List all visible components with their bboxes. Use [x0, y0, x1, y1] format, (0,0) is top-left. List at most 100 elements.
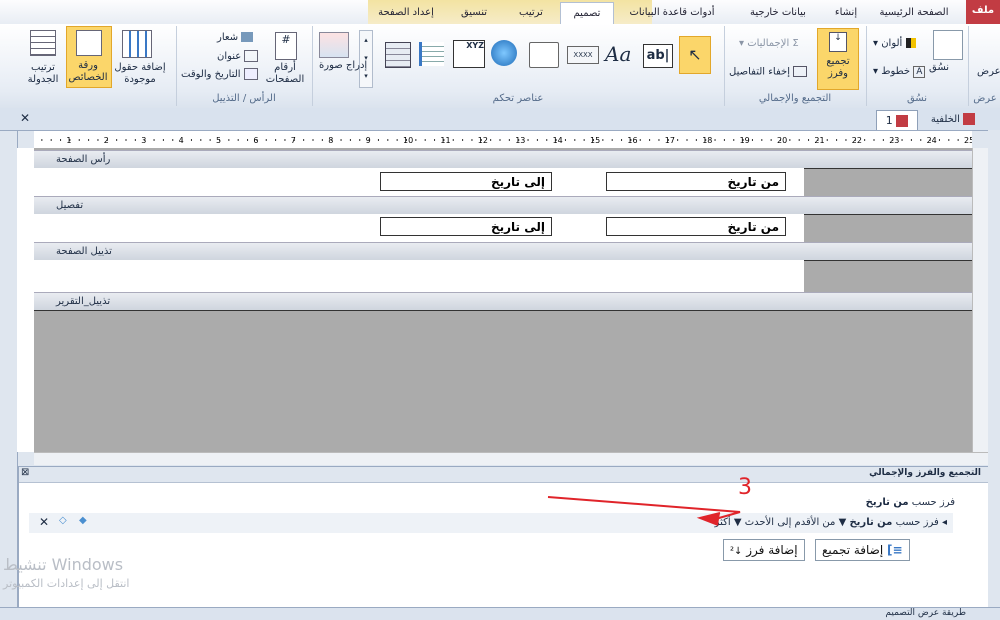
label-control-icon[interactable]: ab|	[643, 44, 673, 68]
view-button[interactable]: عرض	[977, 66, 1000, 77]
move-down-icon[interactable]: ◇	[59, 515, 67, 526]
title-icon	[244, 50, 259, 62]
doc-tab-background-label: الخلفية	[930, 114, 960, 125]
band-page-header[interactable]: رأس الصفحة	[34, 150, 972, 169]
themes-button[interactable]: نسُق	[929, 62, 949, 73]
button-control-icon[interactable]: XXXX	[567, 46, 599, 64]
ruler-tick	[452, 139, 454, 141]
add-group-icon: [≡	[887, 543, 903, 557]
insert-page-break-icon[interactable]	[419, 42, 444, 66]
tab-page-setup[interactable]: إعداد الصفحة	[368, 2, 444, 23]
page-numbers-button[interactable]: أرقام الصفحات	[265, 62, 305, 86]
ribbon-tab-bar: ملف الصفحة الرئيسية إنشاء بيانات خارجية …	[0, 0, 1000, 25]
tab-database-tools[interactable]: أدوات قاعدة البيانات	[614, 2, 730, 23]
from-date-textbox[interactable]: من تاريخ	[606, 217, 786, 236]
date-time-button[interactable]: التاريخ والوقت	[181, 68, 258, 80]
doc-tab-background[interactable]: الخلفية	[920, 111, 986, 129]
colors-button[interactable]: ▾ ألوان	[873, 38, 916, 49]
tab-external-data[interactable]: بيانات خارجية	[730, 2, 826, 23]
ruler-tick	[733, 139, 735, 141]
doc-tab-1[interactable]: 1	[876, 110, 918, 130]
ruler-tick	[920, 139, 922, 141]
ruler-tick	[761, 139, 763, 141]
move-up-icon[interactable]: ◆	[79, 515, 87, 526]
sort-row-2-field[interactable]: من تاريخ	[849, 517, 892, 528]
close-doc-icon[interactable]: ✕	[20, 111, 30, 125]
band-page-footer[interactable]: تذييل الصفحة	[34, 242, 972, 261]
tab-order-button[interactable]: ترتيب الجدولة	[24, 62, 62, 86]
colors-label: ألوان	[881, 38, 903, 49]
ruler-tick	[621, 139, 623, 141]
sort-row-1-field[interactable]: من تاريخ	[866, 497, 909, 508]
hide-details-button[interactable]: إخفاء التفاصيل	[729, 66, 808, 78]
status-bar: طريقة عرض التصميم	[0, 607, 1000, 620]
ruler-tick	[695, 139, 697, 141]
pane-close-icon[interactable]: ⊠	[21, 467, 29, 478]
to-date-textbox[interactable]: إلى تاريخ	[380, 217, 552, 236]
navigation-pane-collapsed[interactable]	[0, 108, 18, 607]
option-group-icon[interactable]: XYZ	[453, 40, 485, 68]
totals-button[interactable]: ▾ الإجماليات Σ	[739, 38, 799, 49]
ruler-tick	[499, 139, 501, 141]
ruler-tick	[181, 139, 183, 141]
hyperlink-globe-icon[interactable]	[491, 40, 517, 66]
ruler-tick	[742, 139, 744, 141]
ruler-tick	[228, 139, 230, 141]
ruler-tick	[658, 139, 660, 141]
ruler-number: 7	[291, 136, 296, 145]
section-page-header[interactable]: من تاريخ إلى تاريخ	[34, 168, 804, 196]
add-group-button[interactable]: إضافة تجميع [≡	[815, 539, 910, 561]
property-sheet-icon	[76, 30, 102, 56]
title-button[interactable]: عنوان	[217, 50, 259, 62]
file-tab[interactable]: ملف	[966, 0, 1000, 24]
tab-create[interactable]: إنشاء	[826, 2, 866, 23]
section-page-footer[interactable]	[34, 260, 804, 292]
sort-order-dropdown[interactable]: من الأقدم إلى الأحدث	[745, 517, 836, 528]
insert-image-button[interactable]: إدراج صورة	[319, 60, 367, 72]
select-pointer-icon[interactable]: ↖	[679, 36, 711, 74]
ruler-tick	[845, 139, 847, 141]
tab-home[interactable]: الصفحة الرئيسية	[866, 2, 962, 23]
ruler-number: 17	[665, 136, 675, 145]
band-report-footer[interactable]: تذييل_التقرير	[34, 292, 972, 311]
property-sheet-button[interactable]: ورقة الخصائص	[68, 60, 108, 84]
ruler-tick	[910, 139, 912, 141]
sort-row-1[interactable]: فرز حسب من تاريخ	[866, 497, 955, 508]
sort-row-2[interactable]: فرز حسب من تاريخ ▼ من الأقدم إلى الأحدث …	[29, 513, 953, 533]
tab-format[interactable]: تنسيق	[444, 2, 504, 23]
to-date-label-control[interactable]: إلى تاريخ	[380, 172, 552, 191]
group-sort-icon: ↓	[829, 32, 847, 52]
theme-icon[interactable]	[933, 30, 963, 60]
group-sort-button[interactable]: تجميع وفرز	[821, 56, 855, 80]
tab-control-icon[interactable]	[529, 42, 559, 68]
ruler-number: 12	[478, 136, 488, 145]
ruler-tick	[106, 139, 108, 141]
section-detail[interactable]: من تاريخ إلى تاريخ	[34, 214, 804, 242]
band-detail[interactable]: تفصيل	[34, 196, 972, 215]
delete-icon[interactable]: ✕	[39, 515, 49, 529]
subform-control-icon[interactable]	[385, 42, 411, 68]
ruler-tick	[630, 139, 632, 141]
horizontal-scrollbar[interactable]	[34, 452, 988, 465]
tab-design[interactable]: تصميم	[560, 2, 614, 25]
fonts-button[interactable]: ▾ خطوط A	[873, 66, 926, 78]
ruler-corner[interactable]	[18, 131, 34, 148]
ruler-tick	[817, 139, 819, 141]
ruler-tick	[424, 139, 426, 141]
ruler-number: 18	[702, 136, 712, 145]
controls-gallery-scroll[interactable]: ▴ ▾ ▾	[359, 30, 373, 88]
add-fields-button[interactable]: إضافة حقول موجودة	[112, 62, 168, 86]
more-options-link[interactable]: أكثر	[715, 517, 731, 528]
ruler-tick	[957, 139, 959, 141]
from-date-label-control[interactable]: من تاريخ	[606, 172, 786, 191]
report-design-surface[interactable]: رأس الصفحة من تاريخ إلى تاريخ تفصيل من ت…	[34, 148, 972, 452]
ruler-tick	[331, 139, 333, 141]
add-sort-button[interactable]: إضافة فرز ↓²	[723, 539, 805, 561]
insert-image-icon[interactable]	[319, 32, 349, 58]
ruler-tick	[88, 139, 90, 141]
tab-arrange[interactable]: ترتيب	[504, 2, 558, 23]
ruler-number: 4	[179, 136, 184, 145]
logo-button[interactable]: شعار	[217, 32, 254, 43]
vertical-scrollbar[interactable]	[972, 148, 989, 452]
textbox-control-icon[interactable]: Aa	[605, 42, 631, 66]
